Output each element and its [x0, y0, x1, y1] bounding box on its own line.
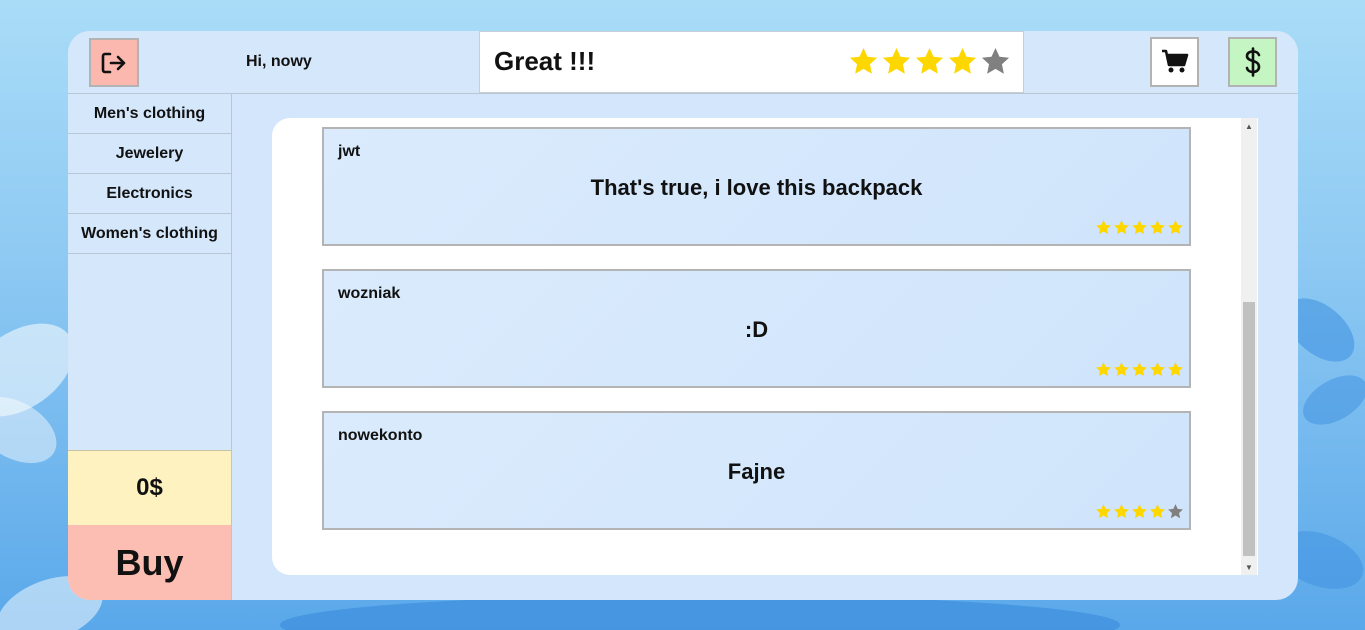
star-filled-icon [849, 47, 878, 74]
star-empty-icon [1168, 504, 1183, 519]
dollar-icon [1245, 47, 1260, 77]
star-filled-icon [882, 47, 911, 74]
star-empty-icon [981, 47, 1010, 74]
category-label: Electronics [106, 184, 193, 202]
star-filled-icon [1132, 220, 1147, 235]
star-filled-icon [915, 47, 944, 74]
review-card: jwt That's true, i love this backpack [322, 127, 1191, 246]
star-filled-icon [1132, 504, 1147, 519]
logout-icon [101, 52, 126, 73]
reviews-scrollbar[interactable]: ▲ ▼ [1241, 118, 1257, 575]
star-filled-icon [1168, 220, 1183, 235]
star-filled-icon [1168, 362, 1183, 377]
cart-icon [1161, 49, 1188, 73]
review-stars [1095, 361, 1184, 378]
star-filled-icon [1150, 362, 1165, 377]
scroll-up-arrow-icon[interactable]: ▲ [1241, 118, 1257, 134]
review-text: :D [744, 317, 769, 342]
balance-display: 0$ [68, 450, 231, 525]
review-card: wozniak :D [322, 269, 1191, 388]
app-window: Hi, nowy Great !!! Men's clothing Jewele… [68, 31, 1298, 600]
category-label: Men's clothing [93, 104, 206, 122]
category-label: Jewelery [115, 144, 184, 162]
review-card: nowekonto Fajne [322, 411, 1191, 530]
cart-button[interactable] [1150, 37, 1199, 87]
star-filled-icon [1096, 362, 1111, 377]
star-filled-icon [1150, 504, 1165, 519]
logout-button[interactable] [89, 38, 139, 87]
category-jewelery[interactable]: Jewelery [68, 134, 231, 174]
category-sidebar: Men's clothing Jewelery Electronics Wome… [68, 94, 232, 600]
buy-button[interactable]: Buy [68, 525, 231, 600]
star-filled-icon [948, 47, 977, 74]
rating-label: Great !!! [494, 46, 596, 76]
star-filled-icon [1096, 220, 1111, 235]
review-text: That's true, i love this backpack [590, 175, 923, 200]
star-filled-icon [1114, 362, 1129, 377]
review-username: wozniak [338, 285, 401, 302]
reviews-panel: jwt That's true, i love this backpack wo… [272, 118, 1258, 575]
star-filled-icon [1132, 362, 1147, 377]
star-filled-icon [1114, 504, 1129, 519]
category-mens-clothing[interactable]: Men's clothing [68, 94, 231, 134]
star-filled-icon [1096, 504, 1111, 519]
top-bar: Hi, nowy Great !!! [68, 31, 1298, 94]
category-womens-clothing[interactable]: Women's clothing [68, 214, 231, 254]
scroll-thumb[interactable] [1243, 302, 1255, 556]
reviews-list: jwt That's true, i love this backpack wo… [322, 127, 1192, 553]
dollar-button[interactable] [1228, 37, 1277, 87]
category-electronics[interactable]: Electronics [68, 174, 231, 214]
review-stars [1095, 219, 1184, 236]
review-stars [1095, 503, 1184, 520]
star-filled-icon [1150, 220, 1165, 235]
product-rating-panel: Great !!! [479, 31, 1024, 93]
category-label: Women's clothing [81, 224, 218, 242]
greeting-text: Hi, nowy [246, 53, 312, 70]
star-filled-icon [1114, 220, 1129, 235]
scroll-down-arrow-icon[interactable]: ▼ [1241, 559, 1257, 575]
rating-stars [848, 46, 1011, 77]
review-username: nowekonto [338, 427, 423, 444]
review-text: Fajne [727, 459, 786, 484]
review-username: jwt [338, 143, 361, 160]
